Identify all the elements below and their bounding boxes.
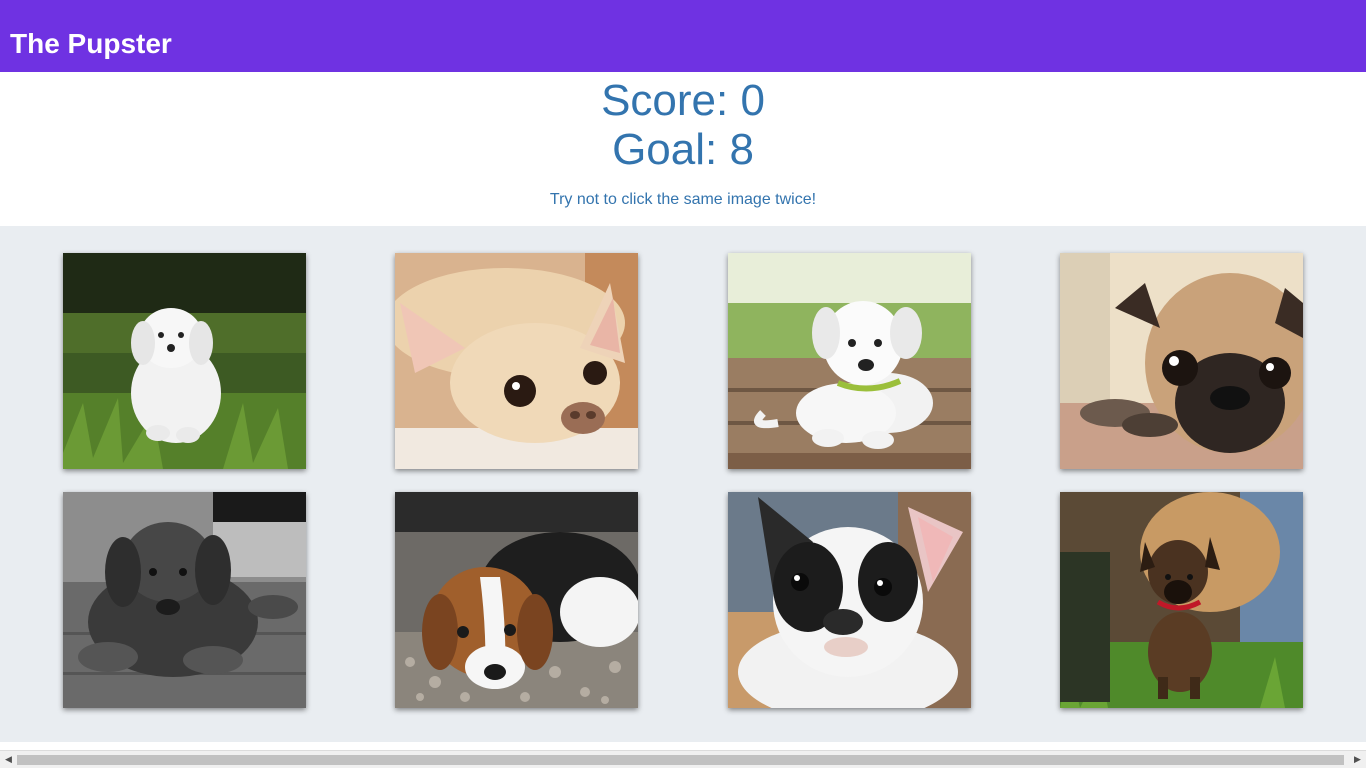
dog-image-labrador bbox=[728, 253, 971, 469]
navbar: The Pupster bbox=[0, 0, 1366, 72]
dog-image-maltese bbox=[63, 253, 306, 469]
dog-card-grey-puppy[interactable] bbox=[63, 492, 306, 708]
dog-image-pug bbox=[1060, 253, 1303, 469]
scrollbar-thumb[interactable] bbox=[17, 755, 1344, 765]
dog-image-chihuahua bbox=[395, 253, 638, 469]
scroll-right-arrow-icon[interactable]: ▶ bbox=[1349, 751, 1366, 768]
dog-card-malinois[interactable] bbox=[1060, 492, 1303, 708]
horizontal-scrollbar[interactable]: ◀ ▶ bbox=[0, 750, 1366, 768]
dog-card-chihuahua[interactable] bbox=[395, 253, 638, 469]
dog-card-french-bulldog[interactable] bbox=[728, 492, 971, 708]
dog-image-beagle bbox=[395, 492, 638, 708]
dog-image-malinois bbox=[1060, 492, 1303, 708]
dog-card-labrador[interactable] bbox=[728, 253, 971, 469]
brand-title[interactable]: The Pupster bbox=[10, 26, 172, 62]
dog-card-maltese[interactable] bbox=[63, 253, 306, 469]
image-grid bbox=[0, 226, 1366, 742]
dog-card-beagle[interactable] bbox=[395, 492, 638, 708]
instructions-text: Try not to click the same image twice! bbox=[549, 191, 817, 208]
score-display: Score: 0 bbox=[601, 76, 765, 125]
scoreboard: Score: 0 Goal: 8 Try not to click the sa… bbox=[0, 72, 1366, 226]
scroll-left-arrow-icon[interactable]: ◀ bbox=[0, 751, 17, 768]
dog-image-grey-puppy bbox=[63, 492, 306, 708]
dog-card-pug[interactable] bbox=[1060, 253, 1303, 469]
dog-image-french-bulldog bbox=[728, 492, 971, 708]
goal-display: Goal: 8 bbox=[612, 125, 754, 174]
